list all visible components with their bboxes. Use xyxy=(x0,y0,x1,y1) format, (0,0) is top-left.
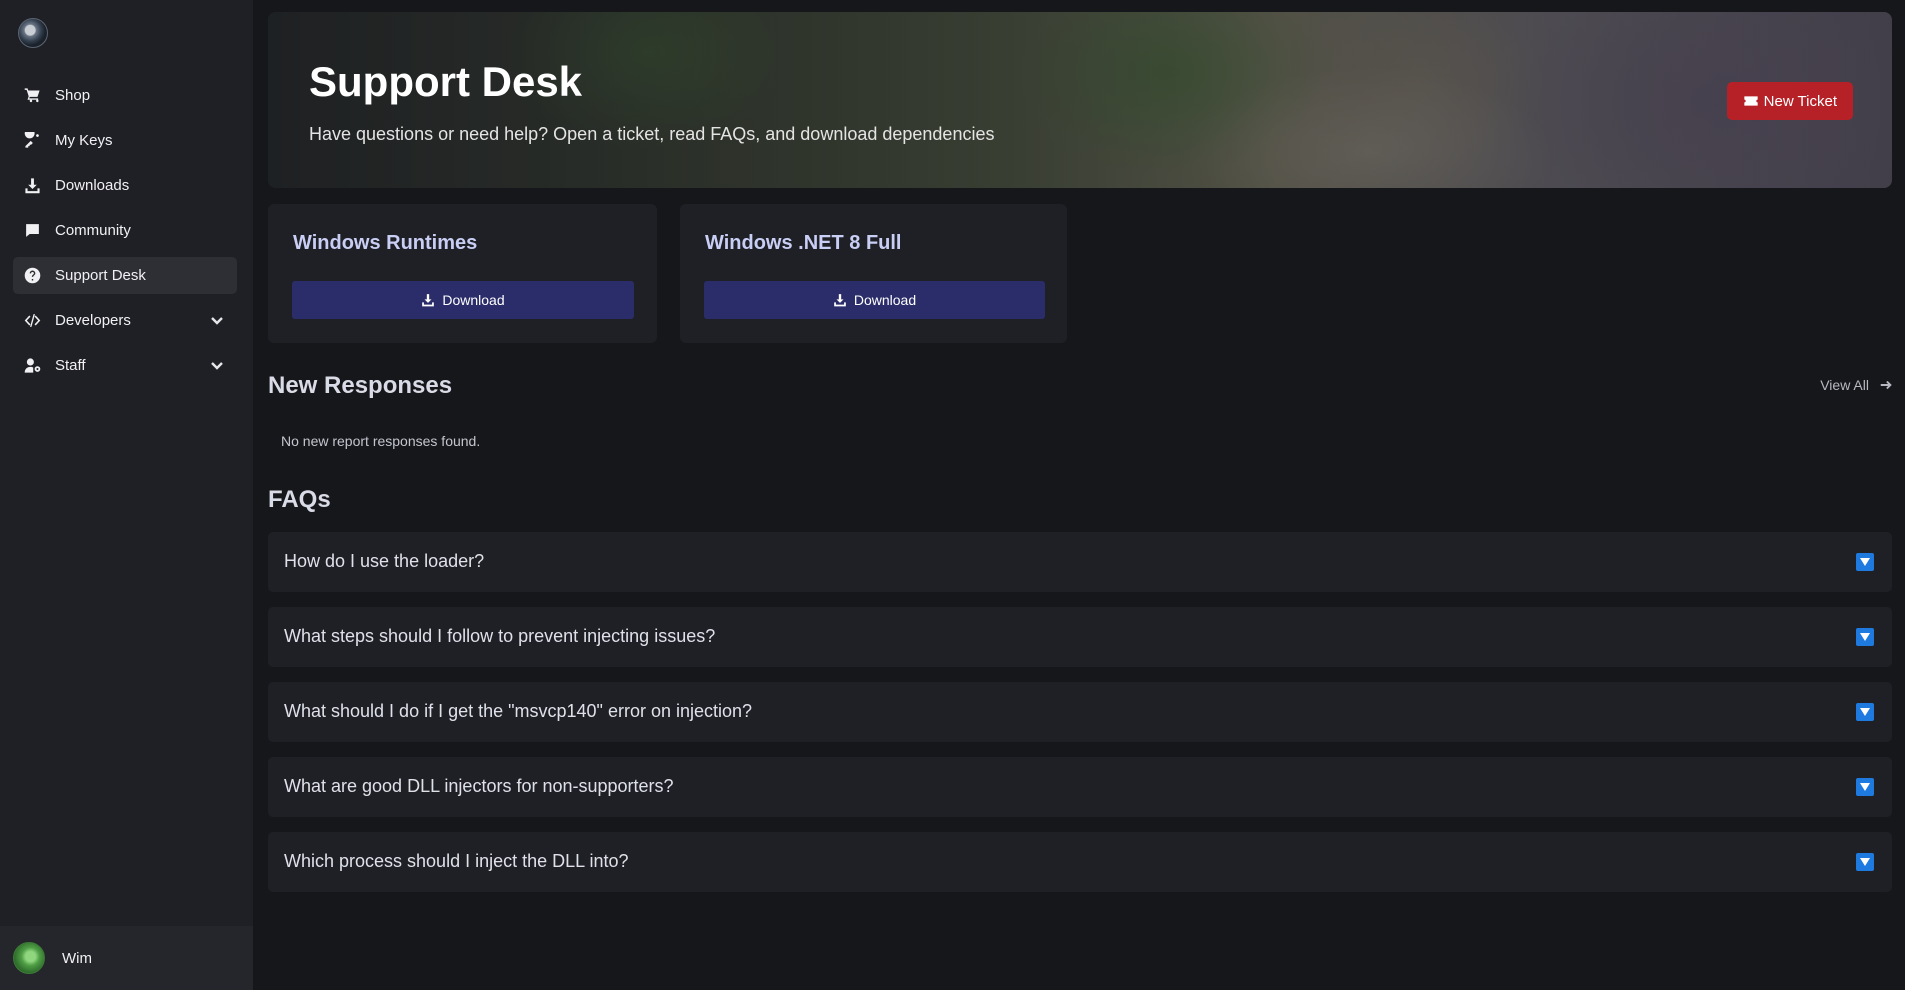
hero-banner: Support Desk Have questions or need help… xyxy=(268,12,1892,188)
download-icon xyxy=(422,294,435,307)
faq-item[interactable]: What should I do if I get the "msvcp140"… xyxy=(268,682,1892,742)
faq-question: How do I use the loader? xyxy=(284,551,485,571)
user-name: Wim xyxy=(62,949,92,967)
faq-list: How do I use the loader? What steps shou… xyxy=(268,532,1892,907)
sidebar-item-support-desk[interactable]: Support Desk xyxy=(13,257,237,294)
sidebar-item-label: Community xyxy=(55,222,131,239)
page-subtitle: Have questions or need help? Open a tick… xyxy=(309,124,995,144)
faq-item[interactable]: What are good DLL injectors for non-supp… xyxy=(268,757,1892,817)
ticket-icon xyxy=(1743,96,1758,106)
new-responses-title: New Responses xyxy=(268,372,453,399)
faq-question: Which process should I inject the DLL in… xyxy=(284,851,629,871)
key-icon xyxy=(23,132,41,150)
sidebar-item-community[interactable]: Community xyxy=(13,212,237,249)
cart-icon xyxy=(23,87,41,105)
empty-responses-text: No new report responses found. xyxy=(281,433,481,449)
chevron-down-icon[interactable] xyxy=(209,312,225,328)
faq-question: What should I do if I get the "msvcp140"… xyxy=(284,701,753,721)
user-gear-icon xyxy=(23,357,41,375)
sidebar-item-label: Support Desk xyxy=(55,267,146,284)
sidebar-item-label: Shop xyxy=(55,87,91,104)
expand-arrow-icon[interactable] xyxy=(1856,553,1874,571)
expand-arrow-icon[interactable] xyxy=(1856,853,1874,871)
faqs-title: FAQs xyxy=(268,486,331,513)
faq-question: What are good DLL injectors for non-supp… xyxy=(284,776,674,796)
page-title: Support Desk xyxy=(309,58,583,105)
sidebar-item-my-keys[interactable]: My Keys xyxy=(13,122,237,159)
chat-icon xyxy=(23,222,41,240)
user-profile[interactable]: Wim xyxy=(0,926,253,990)
download-icon xyxy=(23,177,41,195)
download-button-label: Download xyxy=(853,292,917,308)
sidebar-nav: Shop My Keys Downloads Community Support… xyxy=(13,77,237,392)
new-ticket-button[interactable]: New Ticket xyxy=(1726,82,1853,120)
download-card-dotnet-8: Windows .NET 8 Full Download xyxy=(680,204,1067,343)
card-title: Windows .NET 8 Full xyxy=(705,232,902,254)
expand-arrow-icon[interactable] xyxy=(1856,778,1874,796)
download-button-label: Download xyxy=(442,292,505,308)
faq-item[interactable]: What steps should I follow to prevent in… xyxy=(268,607,1892,667)
question-icon xyxy=(23,267,41,285)
sidebar-item-label: Staff xyxy=(55,357,86,374)
download-icon xyxy=(834,294,846,307)
sidebar-item-shop[interactable]: Shop xyxy=(13,77,237,114)
faq-question: What steps should I follow to prevent in… xyxy=(284,626,716,646)
sidebar-item-label: Developers xyxy=(55,312,131,329)
view-all-link[interactable]: View All xyxy=(1820,377,1893,393)
arrow-right-icon xyxy=(1880,380,1892,390)
sidebar-item-developers[interactable]: Developers xyxy=(13,302,237,339)
sidebar-item-downloads[interactable]: Downloads xyxy=(13,167,237,204)
sidebar-item-label: Downloads xyxy=(55,177,130,194)
faq-item[interactable]: Which process should I inject the DLL in… xyxy=(268,832,1892,892)
sidebar: Shop My Keys Downloads Community Support… xyxy=(0,0,253,990)
download-card-windows-runtimes: Windows Runtimes Download xyxy=(268,204,657,343)
expand-arrow-icon[interactable] xyxy=(1856,628,1874,646)
download-button[interactable]: Download xyxy=(704,281,1045,319)
new-ticket-label: New Ticket xyxy=(1763,92,1837,110)
expand-arrow-icon[interactable] xyxy=(1856,703,1874,721)
download-button[interactable]: Download xyxy=(292,281,634,319)
sidebar-item-label: My Keys xyxy=(55,132,113,149)
card-title: Windows Runtimes xyxy=(293,232,478,254)
view-all-label: View All xyxy=(1820,377,1869,393)
avatar[interactable] xyxy=(13,942,45,974)
sidebar-item-staff[interactable]: Staff xyxy=(13,347,237,384)
chevron-down-icon[interactable] xyxy=(209,357,225,373)
faq-item[interactable]: How do I use the loader? xyxy=(268,532,1892,592)
code-icon xyxy=(23,312,41,330)
logo[interactable] xyxy=(18,18,48,48)
